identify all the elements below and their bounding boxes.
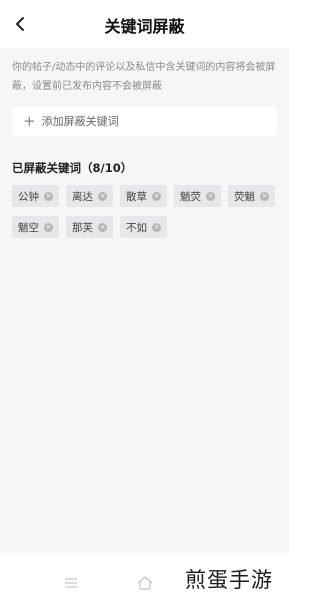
keyword-tag: 那芙 × <box>66 216 113 238</box>
add-keyword-button[interactable]: + 添加屏蔽关键词 <box>12 106 277 136</box>
top-bar: 关键词屏蔽 <box>0 0 289 48</box>
add-keyword-label: 添加屏蔽关键词 <box>41 115 119 128</box>
menu-icon[interactable] <box>64 578 78 588</box>
watermark-logo: 煎蛋手游 <box>185 568 273 592</box>
home-icon[interactable] <box>136 575 154 591</box>
keyword-tag: 公钟 × <box>12 185 59 207</box>
keyword-tag: 魈空 × <box>12 216 59 238</box>
keyword-tag: 荧魈 × <box>228 185 275 207</box>
page-title: 关键词屏蔽 <box>104 17 185 36</box>
blocked-keywords-title: 已屏蔽关键词（8/10） <box>12 161 133 175</box>
close-circle-icon[interactable]: × <box>44 222 53 232</box>
keyword-tag-text: 公钟 <box>18 190 39 203</box>
keyword-tag-text: 那芙 <box>72 221 93 234</box>
plus-icon: + <box>23 111 36 130</box>
close-circle-icon[interactable]: × <box>206 191 215 201</box>
keyword-tag-text: 散草 <box>126 190 147 203</box>
keyword-tag-text: 荧魈 <box>234 190 255 203</box>
close-circle-icon[interactable]: × <box>260 191 269 201</box>
close-circle-icon[interactable]: × <box>152 191 161 201</box>
main-content: 你的帖子/动态中的评论以及私信中含关键词的内容将会被屏蔽，设置前已发布内容不会被… <box>0 48 289 553</box>
keyword-tag-text: 不如 <box>126 221 147 234</box>
keyword-tag: 离达 × <box>66 185 113 207</box>
description-text: 你的帖子/动态中的评论以及私信中含关键词的内容将会被屏蔽，设置前已发布内容不会被… <box>12 62 276 92</box>
close-circle-icon[interactable]: × <box>98 222 107 232</box>
keyword-tag: 不如 × <box>120 216 167 238</box>
keyword-tag-list: 公钟 × 离达 × 散草 × 魈荧 × 荧魈 × 魈空 × 那芙 × 不如 × <box>12 185 282 238</box>
keyword-tag-text: 离达 <box>72 190 93 203</box>
keyword-tag-text: 魈荧 <box>180 190 201 203</box>
close-circle-icon[interactable]: × <box>152 222 161 232</box>
keyword-tag: 散草 × <box>120 185 167 207</box>
keyword-tag-text: 魈空 <box>18 221 39 234</box>
keyword-tag: 魈荧 × <box>174 185 221 207</box>
close-circle-icon[interactable]: × <box>44 191 53 201</box>
close-circle-icon[interactable]: × <box>98 191 107 201</box>
